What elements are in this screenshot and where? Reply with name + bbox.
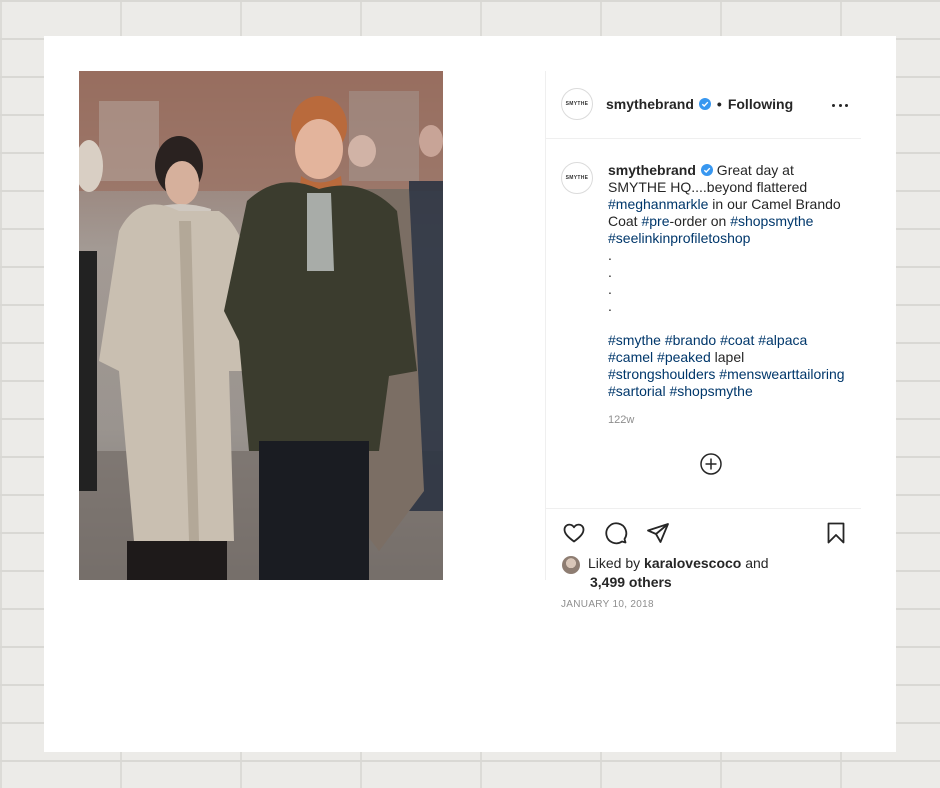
caption-dot: . [608,264,612,280]
hashtag-link[interactable]: #menswearttailoring [719,366,844,382]
post-photo[interactable] [79,71,443,580]
hashtag-link[interactable]: #seelinkinprofiletoshop [608,230,750,246]
caption-segment: lapel [710,349,745,365]
caption-segment: -order on [669,213,731,229]
likes-suffix: and [741,555,769,571]
plus-circle-icon[interactable] [700,453,722,475]
caption-avatar[interactable]: SMYTHE [561,162,593,194]
heart-icon[interactable] [562,521,586,545]
header-username[interactable]: smythebrand [606,96,694,112]
likes-count[interactable]: 3,499 others [590,573,672,592]
header-separator: • [716,96,722,112]
liker-avatar[interactable] [562,556,580,574]
post-date[interactable]: JANUARY 10, 2018 [561,599,654,610]
hashtag-link[interactable]: #meghanmarkle [608,196,708,212]
post-detail-panel: SMYTHE smythebrand • Following SMYTHE sm… [545,71,861,610]
hashtag-link[interactable]: #smythe [608,332,661,348]
following-button[interactable]: Following [728,96,793,112]
hashtag-link[interactable]: #peaked [657,349,711,365]
hashtag-link[interactable]: #camel [608,349,653,365]
hashtag-link[interactable]: #alpaca [758,332,807,348]
hashtag-link[interactable]: #coat [720,332,754,348]
caption-area: SMYTHE smythebrand Great day at SMYTHE H… [546,140,861,507]
post-photo-image [79,71,443,580]
caption-dot: . [608,298,612,314]
post-header: SMYTHE smythebrand • Following [546,71,861,139]
hashtag-link[interactable]: #sartorial [608,383,666,399]
more-options-icon[interactable] [832,97,848,113]
caption-dot: . [608,247,612,263]
hashtag-link[interactable]: #shopsmythe [669,383,752,399]
hashtag-link[interactable]: #brando [665,332,716,348]
likes-prefix: Liked by [588,555,645,571]
caption-username[interactable]: smythebrand [608,162,696,178]
liker-username[interactable]: karalovescoco [644,555,741,571]
verified-badge-icon [698,98,711,110]
caption-timestamp[interactable]: 122w [608,414,634,426]
caption-text: smythebrand Great day at SMYTHE HQ....be… [608,162,853,400]
verified-badge-icon [700,164,713,176]
instagram-post-card: SMYTHE smythebrand • Following SMYTHE sm… [44,36,896,752]
likes-text: Liked by karalovescoco and [588,554,769,573]
hashtag-link[interactable]: #shopsmythe [730,213,813,229]
profile-avatar[interactable]: SMYTHE [561,88,593,120]
hashtag-link[interactable]: #pre [641,213,669,229]
hashtag-link[interactable]: #strongshoulders [608,366,715,382]
caption-dot: . [608,281,612,297]
bookmark-icon[interactable] [824,521,848,545]
header-user-row: smythebrand • Following [606,96,793,112]
share-icon[interactable] [646,521,670,545]
comment-icon[interactable] [604,521,628,545]
